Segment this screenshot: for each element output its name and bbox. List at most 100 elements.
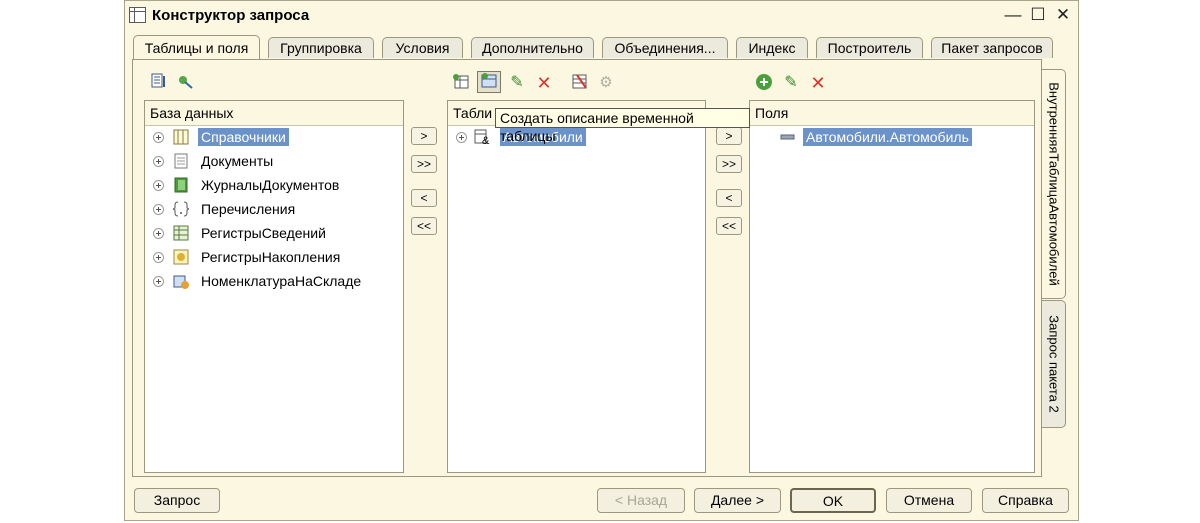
expand-icon[interactable] [153, 156, 164, 167]
expand-icon[interactable] [153, 180, 164, 191]
tab-tables-and-fields[interactable]: Таблицы и поля [133, 35, 260, 60]
tooltip: Создать описание временной таблицы [495, 108, 750, 144]
query-button[interactable]: Запрос [134, 488, 220, 513]
tree-item-stock-nomenclature[interactable]: НоменклатураНаСкладе [145, 269, 403, 293]
tree-item-label: РегистрыСведений [201, 225, 326, 241]
temp-table-create-icon [481, 73, 497, 88]
expand-icon[interactable] [153, 204, 164, 215]
expand-icon[interactable] [153, 132, 164, 143]
create-temp-table-button[interactable] [477, 71, 501, 93]
field-label: Автомобили.Автомобиль [803, 128, 972, 146]
remove-all-fields-button[interactable]: << [716, 217, 742, 235]
side-tab-batch-query-2-label: Запрос пакета 2 [1046, 315, 1061, 413]
database-panel: База данных Справочники Документы Журнал… [144, 100, 404, 473]
tab-strip: Таблицы и поля Группировка Условия Допол… [133, 35, 1053, 60]
expand-icon[interactable] [456, 132, 467, 143]
expand-icon[interactable] [153, 252, 164, 263]
edit-field-button[interactable]: ✎ [780, 73, 802, 93]
tab-additional[interactable]: Дополнительно [471, 37, 594, 58]
remove-selected-button[interactable]: < [411, 189, 437, 207]
database-panel-header: База данных [145, 101, 403, 126]
table-icon [129, 7, 146, 23]
database-tree: Справочники Документы ЖурналыДокументов … [145, 125, 403, 293]
tree-item-accumulation-registers[interactable]: РегистрыНакопления [145, 245, 403, 269]
pencil-icon: ✎ [510, 74, 524, 91]
field-icon [780, 134, 795, 140]
fields-panel-header: Поля [750, 101, 1034, 126]
magic-wand-icon [179, 76, 193, 89]
tab-grouping[interactable]: Группировка [268, 37, 374, 58]
tab-conditions[interactable]: Условия [382, 37, 463, 58]
tab-builder[interactable]: Построитель [816, 37, 923, 58]
expand-icon[interactable] [153, 276, 164, 287]
journal-icon [174, 177, 188, 193]
list-icon [151, 73, 165, 88]
tree-item-label: Справочники [198, 128, 289, 146]
tables-panel: Табли & Автомобили [447, 100, 706, 473]
tab-unions[interactable]: Объединения... [602, 37, 728, 58]
tree-item-label: НоменклатураНаСкладе [201, 273, 362, 289]
tree-item-label: Документы [201, 153, 274, 169]
remove-all-button[interactable]: << [411, 217, 437, 235]
delete-field-button[interactable]: ✕ [807, 73, 829, 93]
add-field-expression-button[interactable] [753, 73, 775, 93]
list-view-button[interactable] [147, 73, 169, 93]
find-button[interactable] [174, 73, 196, 93]
pencil-icon: ✎ [784, 74, 798, 91]
close-button[interactable]: ✕ [1052, 4, 1074, 26]
svg-text:&: & [482, 135, 490, 145]
delete-table-button[interactable]: ✕ [533, 73, 555, 93]
maximize-button[interactable]: ☐ [1027, 4, 1049, 26]
tab-index[interactable]: Индекс [736, 37, 808, 58]
gear-icon: ⚙ [599, 74, 613, 91]
add-all-button[interactable]: >> [411, 155, 437, 173]
tree-item-enumerations[interactable]: Перечисления [145, 197, 403, 221]
tree-item-label: РегистрыНакопления [201, 249, 341, 265]
add-table-icon [453, 74, 469, 89]
catalog-icon [173, 129, 189, 145]
accumulation-register-icon [173, 249, 189, 265]
ok-button[interactable]: OK [790, 488, 876, 513]
tree-item-label: Перечисления [201, 201, 296, 217]
side-tab-temp-table-label: ВнутренняяТаблицаАвтомобилей [1046, 82, 1061, 286]
table-settings-button[interactable]: ⚙ [595, 73, 617, 93]
replace-table-icon [572, 74, 587, 89]
tree-item-documents[interactable]: Документы [145, 149, 403, 173]
tree-item-document-journals[interactable]: ЖурналыДокументов [145, 173, 403, 197]
add-all-fields-button[interactable]: >> [716, 155, 742, 173]
side-tab-temp-table[interactable]: ВнутренняяТаблицаАвтомобилей [1042, 69, 1066, 299]
delete-icon: ✕ [810, 73, 826, 93]
delete-icon: ✕ [536, 73, 552, 93]
add-selected-button[interactable]: > [411, 127, 437, 145]
minimize-button[interactable]: — [1002, 4, 1024, 26]
query-builder-window: Конструктор запроса — ☐ ✕ Таблицы и поля… [124, 0, 1079, 521]
temp-table-icon: & [474, 129, 490, 145]
replace-table-button[interactable] [569, 73, 591, 93]
edit-table-button[interactable]: ✎ [506, 73, 528, 93]
tree-item-info-registers[interactable]: РегистрыСведений [145, 221, 403, 245]
next-button[interactable]: Далее > [694, 488, 781, 513]
add-table-button[interactable] [450, 73, 472, 93]
add-icon [756, 74, 772, 90]
tree-item-catalogs[interactable]: Справочники [145, 125, 403, 149]
tab-query-batch[interactable]: Пакет запросов [931, 37, 1053, 58]
side-tab-batch-query-2[interactable]: Запрос пакета 2 [1042, 300, 1066, 428]
window-title: Конструктор запроса [152, 7, 310, 24]
add-field-button[interactable]: > [716, 127, 742, 145]
remove-field-button[interactable]: < [716, 189, 742, 207]
info-register-icon [173, 225, 189, 241]
tables-tree: & Автомобили [448, 125, 705, 149]
expand-icon[interactable] [153, 228, 164, 239]
title-bar: Конструктор запроса — ☐ ✕ [125, 1, 1078, 31]
back-button[interactable]: < Назад [597, 488, 685, 513]
tree-item-label: ЖурналыДокументов [201, 177, 340, 193]
fields-tree: Автомобили.Автомобиль [750, 125, 1034, 149]
document-icon [174, 153, 188, 169]
field-row[interactable]: Автомобили.Автомобиль [750, 125, 1034, 149]
temp-table-icon [173, 275, 189, 289]
tree-item-cars[interactable]: & Автомобили [448, 125, 705, 149]
fields-panel: Поля Автомобили.Автомобиль [749, 100, 1035, 473]
enum-icon [173, 201, 189, 217]
help-button[interactable]: Справка [982, 488, 1069, 513]
cancel-button[interactable]: Отмена [886, 488, 972, 513]
